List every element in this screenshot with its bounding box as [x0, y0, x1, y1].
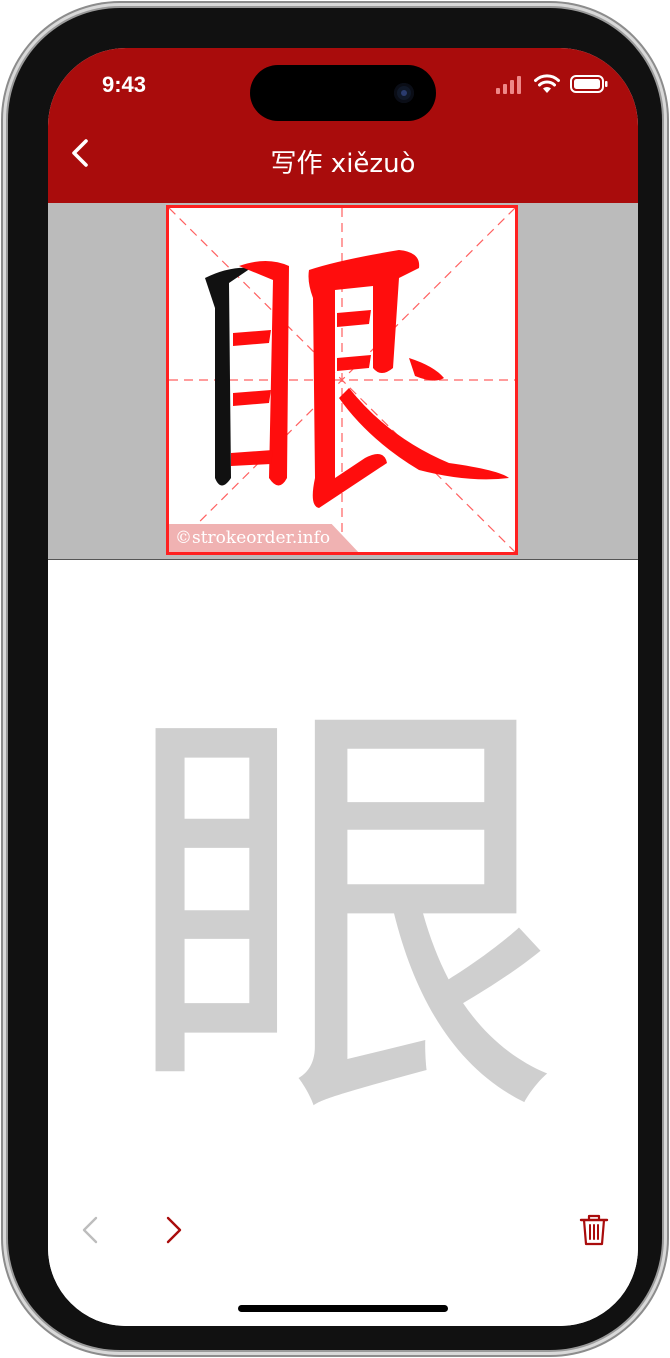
stroke-order-character — [205, 250, 509, 508]
battery-icon — [570, 75, 608, 93]
home-indicator[interactable] — [238, 1305, 448, 1312]
nav-header: 9:43 写作 xiězuò — [48, 48, 638, 203]
camera-icon — [394, 83, 414, 103]
power-button — [662, 430, 668, 580]
signal-icon — [496, 76, 521, 94]
next-button[interactable] — [154, 1210, 194, 1250]
stroke-order-panel: ©strokeorder.info — [48, 203, 638, 560]
chevron-left-icon — [82, 1216, 98, 1244]
dynamic-island — [250, 65, 436, 121]
stroke-order-grid: ©strokeorder.info — [166, 205, 518, 555]
phone-frame: 9:43 写作 xiězuò ©strokeorder.info 眼 — [8, 8, 662, 1350]
practice-character: 眼 — [123, 662, 563, 1174]
trash-icon — [579, 1214, 609, 1246]
watermark: ©strokeorder.info — [169, 524, 359, 552]
chevron-right-icon — [166, 1216, 182, 1244]
screen: 9:43 写作 xiězuò ©strokeorder.info 眼 — [48, 48, 638, 1326]
delete-button[interactable] — [574, 1210, 614, 1250]
status-icons — [496, 74, 608, 94]
previous-button[interactable] — [70, 1210, 110, 1250]
wifi-icon — [534, 74, 560, 93]
page-title: 写作 xiězuò — [270, 149, 416, 179]
status-time: 9:43 — [102, 72, 147, 97]
